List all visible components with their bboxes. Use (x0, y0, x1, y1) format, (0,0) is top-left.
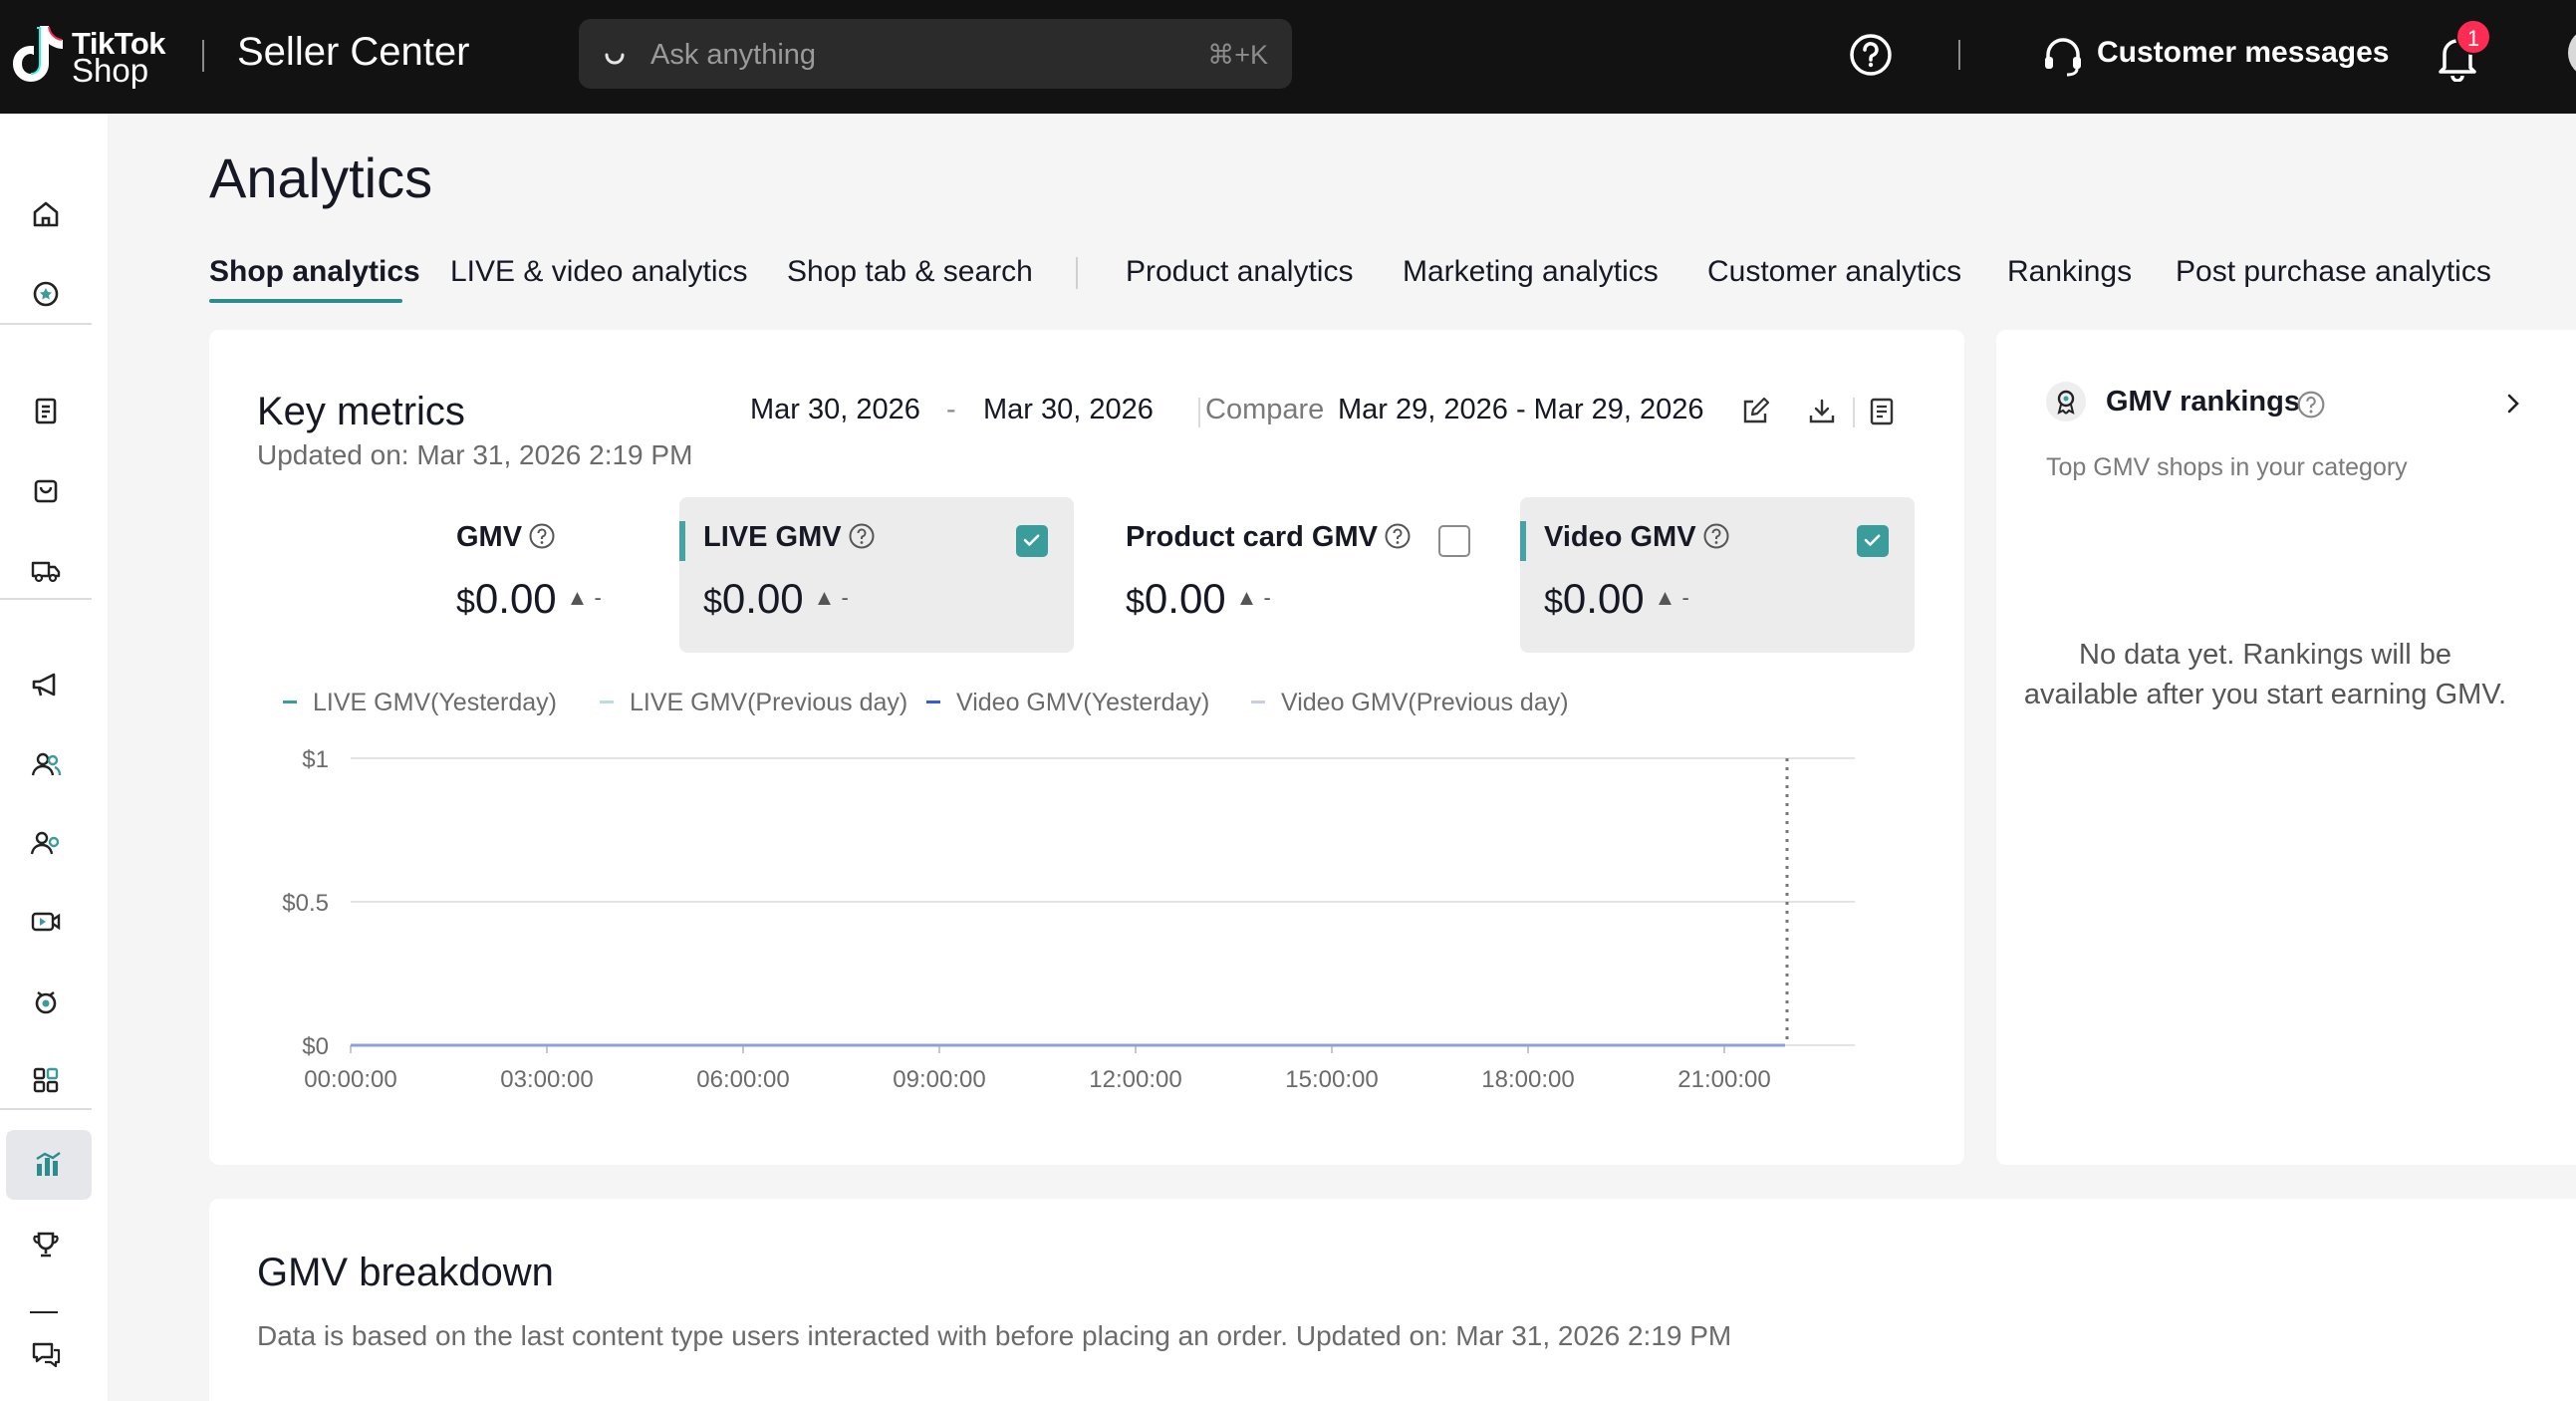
divider (1958, 40, 1960, 70)
sidebar-live-video[interactable] (0, 887, 92, 957)
clipboard-icon (35, 398, 57, 424)
gmv-rankings-subtitle: Top GMV shops in your category (2046, 453, 2408, 481)
tab-shop-tab-search[interactable]: Shop tab & search (787, 255, 1033, 289)
x-tick-label: 12:00:00 (1089, 1066, 1181, 1093)
customer-messages-link[interactable]: Customer messages (2097, 36, 2389, 70)
tab-divider (1076, 257, 1078, 289)
ai-spinner-icon (605, 53, 625, 65)
gmv-breakdown-title: GMV breakdown (257, 1251, 554, 1294)
video-camera-icon (31, 912, 61, 932)
ranking-medal-icon (2046, 382, 2086, 421)
apps-grid-icon (33, 1067, 59, 1093)
sidebar-affiliates[interactable] (0, 729, 92, 799)
tab-live-video-analytics[interactable]: LIVE & video analytics (450, 255, 748, 289)
sidebar-rewards[interactable] (0, 1210, 92, 1279)
logo-text-shop: Shop (72, 52, 149, 89)
divider (202, 40, 204, 72)
users-icon (31, 752, 62, 776)
tab-post-purchase-analytics[interactable]: Post purchase analytics (2176, 255, 2491, 289)
y-tick-label: $0.5 (282, 890, 329, 917)
key-metrics-card: Key metrics Updated on: Mar 31, 2026 2:1… (209, 330, 1964, 1165)
user-group-icon (30, 831, 60, 855)
tab-shop-analytics[interactable]: Shop analytics (209, 255, 420, 289)
app-title: Seller Center (237, 30, 470, 74)
x-tick-label: 00:00:00 (304, 1066, 396, 1093)
sidebar-campaigns[interactable] (0, 967, 92, 1036)
empty-state-message: No data yet. Rankings will be available … (1996, 635, 2534, 714)
chevron-right-icon[interactable] (2499, 390, 2527, 418)
sidebar-growth[interactable] (0, 259, 92, 329)
top-bar: TikTok Shop Seller Center Ask anything ⌘… (0, 0, 2576, 114)
delivery-truck-icon (31, 561, 61, 583)
search-shortcut: ⌘+K (1207, 40, 1268, 70)
notification-badge: 1 (2455, 19, 2491, 55)
sidebar-divider (0, 1108, 92, 1110)
headset-icon[interactable] (2040, 33, 2086, 79)
tab-product-analytics[interactable]: Product analytics (1126, 255, 1353, 289)
sidebar-customers[interactable] (0, 808, 92, 878)
sidebar-marketing[interactable] (0, 650, 92, 719)
avatar[interactable] (2568, 30, 2576, 76)
x-tick-label: 06:00:00 (696, 1066, 789, 1093)
x-tick-label: 09:00:00 (893, 1066, 985, 1093)
tiktok-logo-icon (13, 26, 63, 82)
page-title: Analytics (209, 146, 433, 209)
x-tick-label: 03:00:00 (500, 1066, 593, 1093)
sidebar-products[interactable] (0, 455, 92, 525)
y-tick-label: $1 (302, 746, 329, 773)
chat-icon (32, 1342, 61, 1368)
x-tick-label: 21:00:00 (1677, 1066, 1770, 1093)
tab-rankings[interactable]: Rankings (2007, 255, 2132, 289)
sidebar-home[interactable] (0, 179, 92, 249)
gmv-breakdown-subtitle: Data is based on the last content type u… (257, 1320, 1732, 1351)
sidebar-orders[interactable] (0, 376, 92, 445)
gmv-rankings-title: GMV rankings (2106, 386, 2300, 418)
trophy-icon (33, 1232, 59, 1258)
search-bar[interactable]: Ask anything ⌘+K (579, 19, 1292, 89)
tab-customer-analytics[interactable]: Customer analytics (1707, 255, 1961, 289)
x-tick-label: 18:00:00 (1481, 1066, 1574, 1093)
active-tab-indicator (209, 299, 402, 303)
empty-state-line: available after you start earning GMV. (2023, 679, 2507, 710)
sidebar-divider (30, 1311, 58, 1313)
star-badge-icon (33, 281, 59, 307)
sidebar-shipping[interactable] (0, 535, 92, 605)
sidebar-chat[interactable] (0, 1319, 92, 1389)
gmv-line-chart[interactable]: $1 $0.5 $0 00:00:00 03:00:00 06:00:00 09:00:00… (209, 330, 1964, 1165)
shopping-bag-icon (34, 479, 58, 503)
help-icon[interactable] (1848, 32, 1894, 78)
home-icon (33, 201, 59, 227)
sidebar-divider (0, 323, 92, 325)
empty-state-line: No data yet. Rankings will be (2079, 639, 2451, 671)
tiktok-shop-logo[interactable]: TikTok Shop (10, 22, 179, 89)
y-tick-label: $0 (302, 1033, 329, 1060)
gmv-breakdown-card: GMV breakdown Data is based on the last … (209, 1199, 2576, 1401)
gmv-rankings-card: GMV rankings Top GMV shops in your categ… (1996, 330, 2576, 1165)
sidebar (0, 114, 108, 1401)
megaphone-icon (32, 673, 56, 697)
sidebar-divider (0, 598, 92, 600)
x-tick-label: 15:00:00 (1285, 1066, 1378, 1093)
sidebar-analytics[interactable] (6, 1130, 92, 1200)
search-input[interactable]: Ask anything (650, 39, 816, 72)
tab-marketing-analytics[interactable]: Marketing analytics (1403, 255, 1659, 289)
analytics-chart-icon (36, 1152, 61, 1176)
sidebar-apps[interactable] (0, 1045, 92, 1115)
alarm-badge-icon (35, 991, 57, 1014)
help-icon[interactable] (2296, 390, 2326, 420)
